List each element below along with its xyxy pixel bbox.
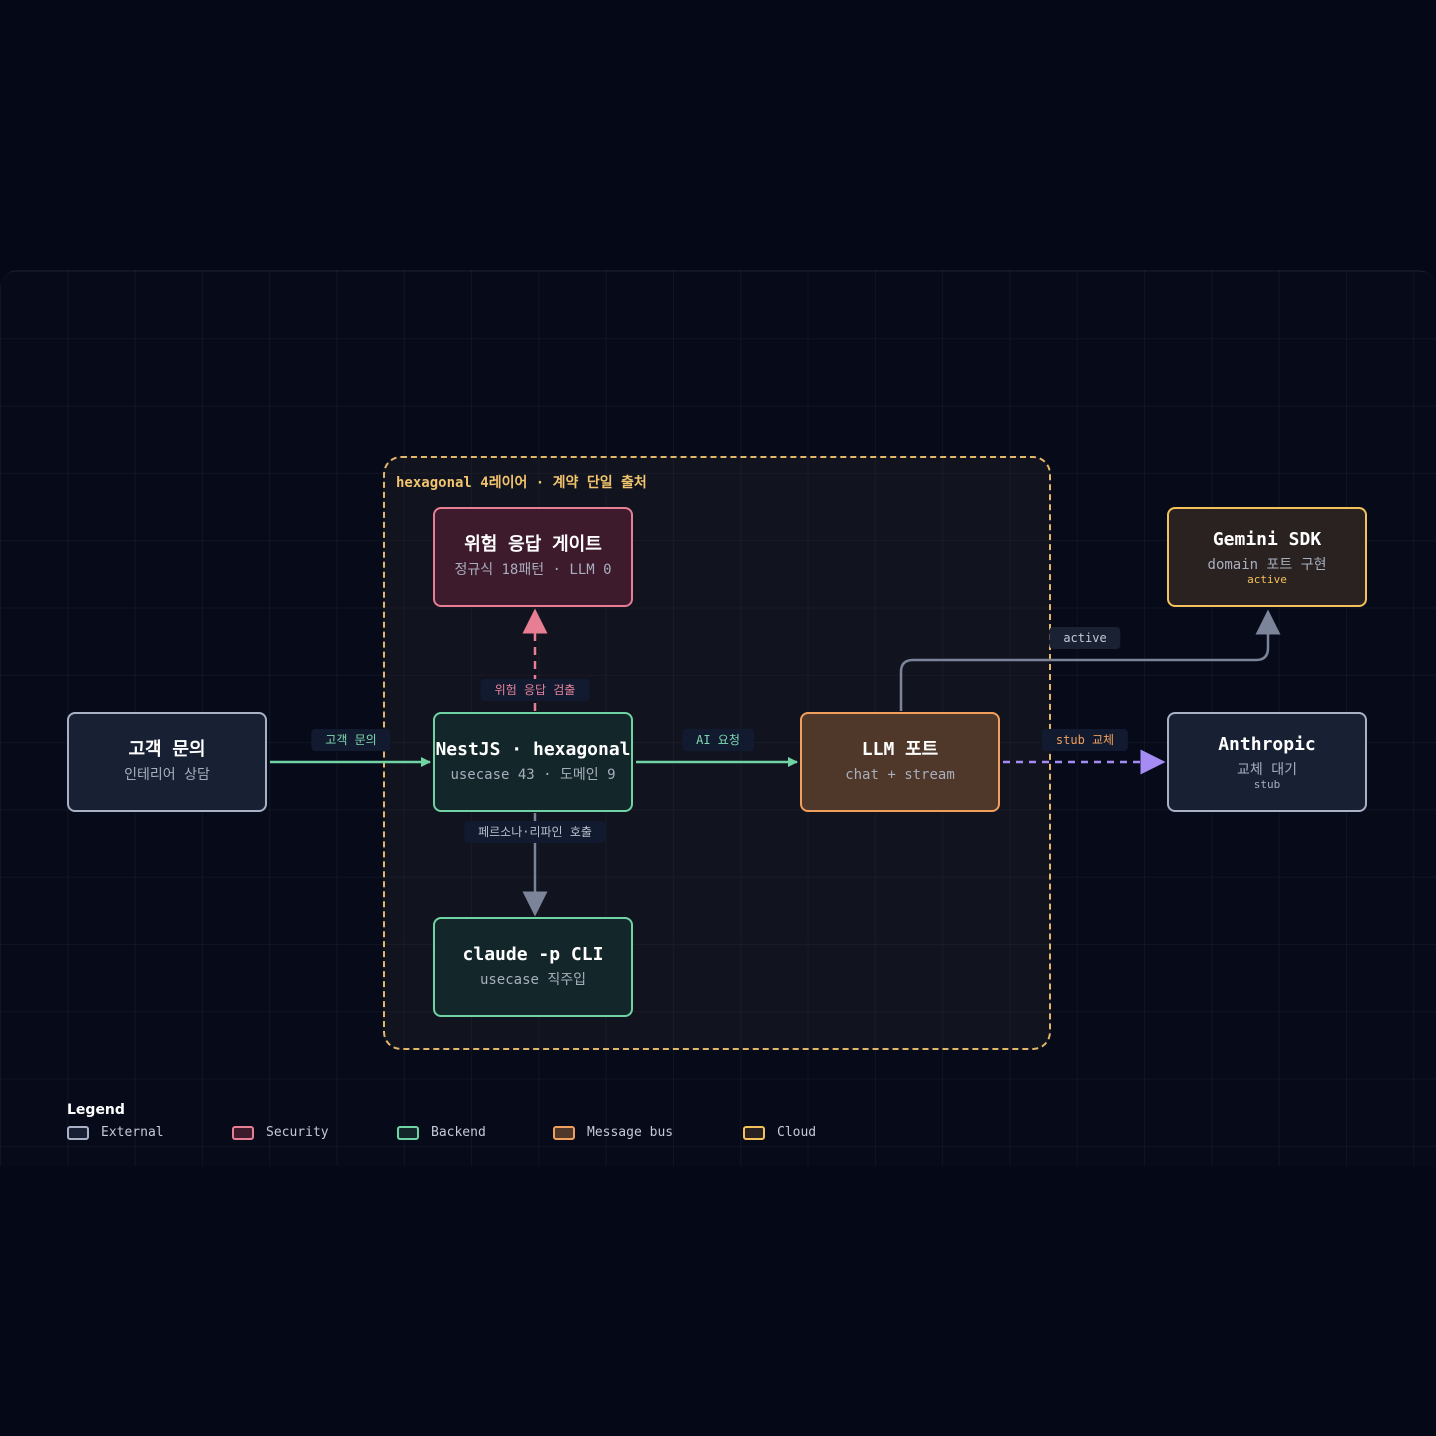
edge-label-nest-to-claude: 페르소나·리파인 호출 — [464, 821, 606, 843]
node-title: Anthropic — [1218, 734, 1316, 755]
legend-item-external: External — [67, 1125, 164, 1140]
node-customer[interactable]: 고객 문의 인테리어 상담 — [67, 712, 267, 812]
node-subtitle: chat + stream — [845, 767, 955, 783]
node-subtitle: 정규식 18패턴 · LLM 0 — [454, 562, 612, 578]
node-subtitle: 인테리어 상담 — [124, 767, 210, 783]
legend-item-security: Security — [232, 1125, 329, 1140]
node-title: Gemini SDK — [1212, 529, 1322, 550]
node-title: LLM 포트 — [861, 739, 939, 760]
node-badge: stub — [1253, 778, 1281, 791]
legend-swatch — [743, 1125, 765, 1140]
node-title: claude -p CLI — [462, 944, 604, 965]
node-title: 위험 응답 게이트 — [464, 534, 602, 555]
edge-label-llm-to-anthropic: stub 교체 — [1041, 729, 1129, 751]
node-title: 고객 문의 — [128, 739, 206, 760]
legend-swatch — [397, 1125, 419, 1140]
edge-label-nest-to-gate: 위험 응답 검출 — [480, 679, 590, 701]
legend-label: Backend — [431, 1125, 486, 1140]
node-anthropic[interactable]: Anthropic 교체 대기 stub — [1167, 712, 1367, 812]
legend-item-cloud: Cloud — [743, 1125, 816, 1140]
node-subtitle: usecase 43 · 도메인 9 — [450, 767, 616, 783]
legend-title: Legend — [67, 1102, 125, 1118]
edge-label-nest-to-llm: AI 요청 — [682, 729, 754, 751]
legend-swatch — [553, 1125, 575, 1140]
legend-label: External — [101, 1125, 164, 1140]
node-gemini[interactable]: Gemini SDK domain 포트 구현 active — [1167, 507, 1367, 607]
edge-label-llm-to-gemini: active — [1049, 627, 1121, 649]
node-claude[interactable]: claude -p CLI usecase 직주입 — [433, 917, 633, 1017]
node-subtitle: usecase 직주입 — [479, 972, 587, 988]
legend-label: Security — [266, 1125, 329, 1140]
node-gate[interactable]: 위험 응답 게이트 정규식 18패턴 · LLM 0 — [433, 507, 633, 607]
edge-label-customer-to-nest: 고객 문의 — [311, 729, 391, 751]
legend-item-message-bus: Message bus — [553, 1125, 673, 1140]
legend-label: Cloud — [777, 1125, 817, 1140]
legend-label: Message bus — [587, 1125, 674, 1140]
node-llm-port[interactable]: LLM 포트 chat + stream — [800, 712, 1000, 812]
legend-swatch — [67, 1125, 89, 1140]
legend-swatch — [232, 1125, 254, 1140]
node-title: NestJS · hexagonal — [435, 739, 631, 760]
node-nest[interactable]: NestJS · hexagonal usecase 43 · 도메인 9 — [433, 712, 633, 812]
legend-item-backend: Backend — [397, 1125, 486, 1140]
node-badge: active — [1247, 573, 1287, 586]
